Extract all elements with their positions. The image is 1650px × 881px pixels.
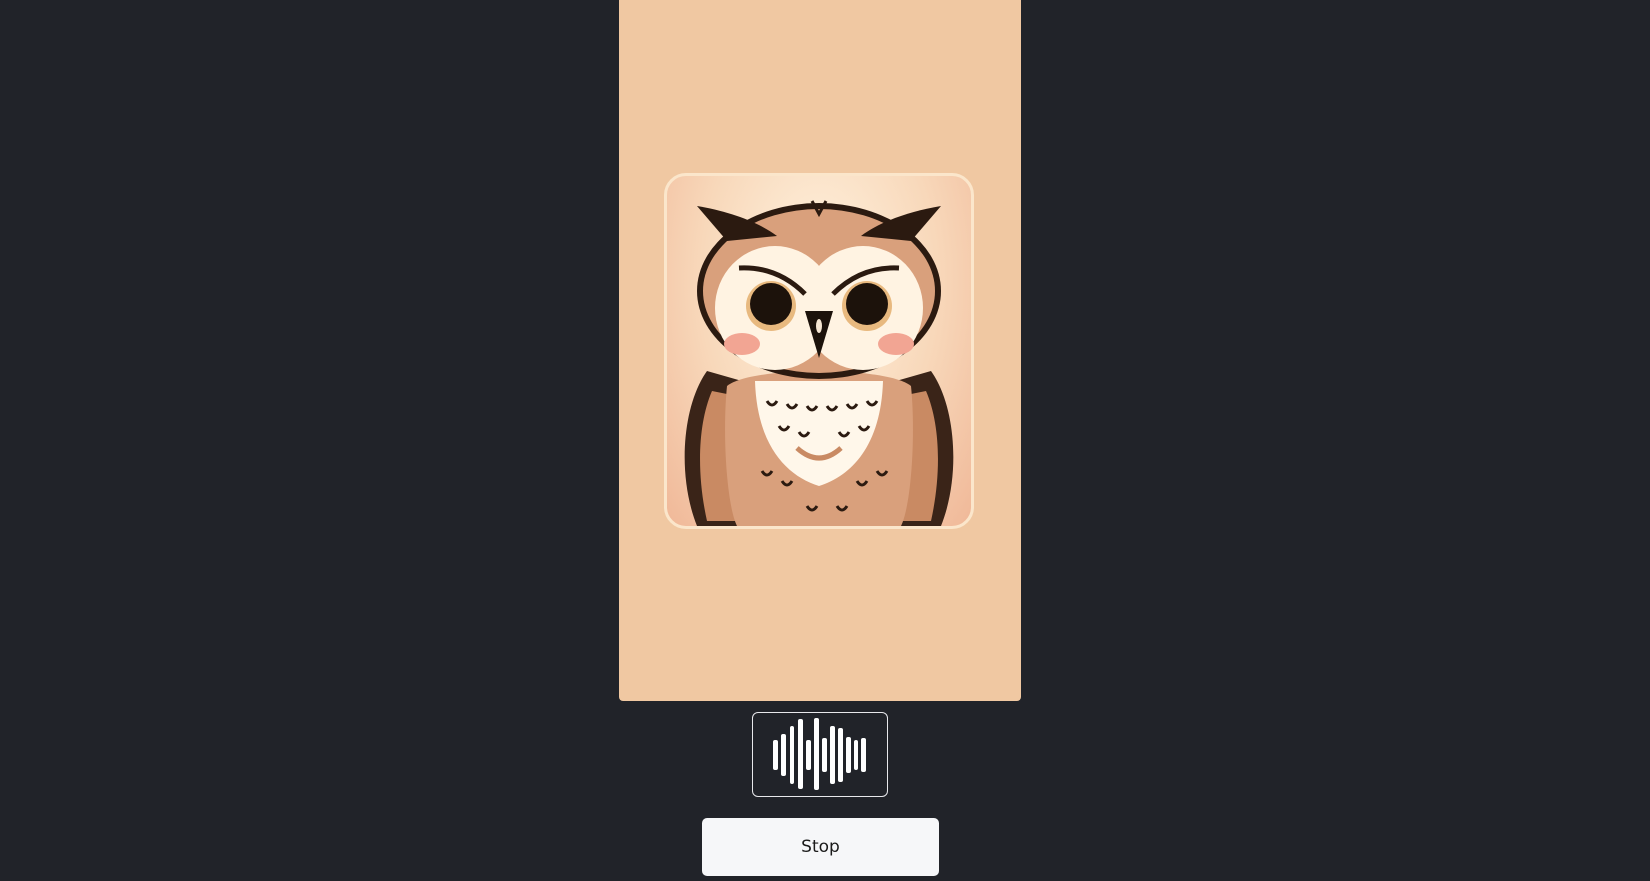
avatar-tile — [664, 173, 974, 529]
stop-button[interactable]: Stop — [702, 818, 939, 876]
audio-waveform-icon — [773, 718, 866, 790]
owl-illustration — [684, 200, 954, 526]
voice-session-page: Stop — [0, 0, 1650, 881]
avatar-card — [619, 0, 1021, 701]
audio-waveform-button[interactable] — [752, 712, 888, 797]
